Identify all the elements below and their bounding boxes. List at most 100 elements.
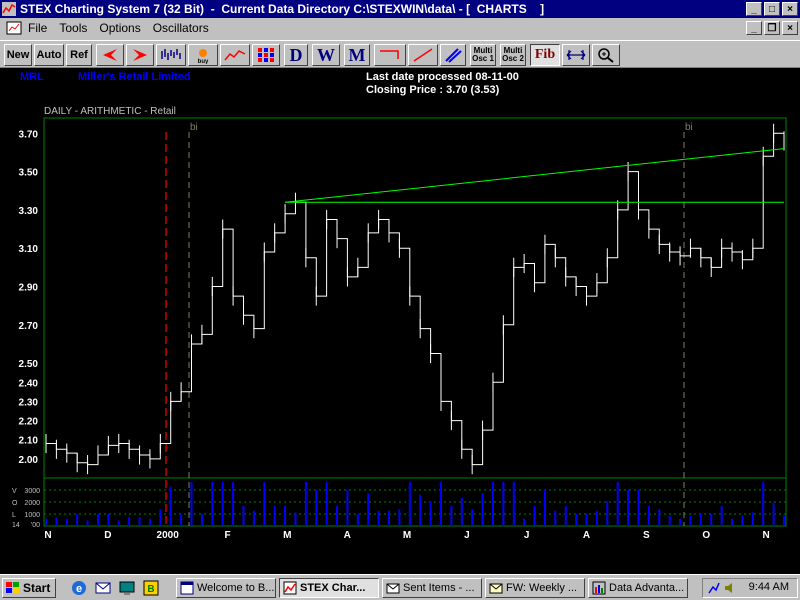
- x-tick-label: N: [44, 530, 51, 541]
- bar-chart-button[interactable]: [156, 44, 186, 66]
- y-tick-label: 2.20: [19, 417, 39, 428]
- line-chart-button[interactable]: [220, 44, 250, 66]
- data-app-icon: [592, 581, 606, 595]
- close-button[interactable]: ×: [782, 2, 798, 16]
- menu-file[interactable]: File: [28, 21, 47, 35]
- arrow-left-icon: [103, 49, 117, 61]
- x-tick-label: J: [464, 530, 470, 541]
- volume-axis-letter: V: [12, 488, 17, 495]
- task-label: STEX Char...: [300, 582, 366, 594]
- y-tick-label: 2.40: [19, 378, 39, 389]
- task-welcome[interactable]: Welcome to B...: [176, 578, 276, 598]
- document-icon[interactable]: [6, 21, 22, 35]
- weekly-button[interactable]: W: [312, 44, 340, 66]
- start-button[interactable]: Start: [2, 578, 56, 598]
- task-label: Data Advanta...: [609, 582, 685, 594]
- task-label: Welcome to B...: [197, 582, 275, 594]
- trendline-tool-button[interactable]: [408, 44, 438, 66]
- monthly-button[interactable]: M: [344, 44, 370, 66]
- expand-icon: [566, 50, 586, 60]
- multi-osc-1-button[interactable]: Multi Osc 1: [470, 44, 496, 66]
- windows-flag-icon: [6, 582, 19, 593]
- task-data-advantage[interactable]: Data Advanta...: [588, 578, 688, 598]
- volume-tick-label: '00: [31, 522, 40, 529]
- task-stex-charting[interactable]: STEX Char...: [279, 578, 379, 598]
- buy-icon: buy: [198, 49, 209, 64]
- mdi-close-button[interactable]: ×: [782, 21, 798, 35]
- mdi-minimize-button[interactable]: _: [746, 21, 762, 35]
- chart-window[interactable]: MRL Miller's Retail Limited Last date proc…: [0, 68, 800, 574]
- system-tray: 9:44 AM: [702, 578, 798, 598]
- price-series: [46, 132, 785, 466]
- scroll-right-button[interactable]: [126, 44, 154, 66]
- channel-tool-button[interactable]: [440, 44, 466, 66]
- grid-button[interactable]: [252, 44, 280, 66]
- channel-icon: [445, 48, 462, 63]
- cycle-marker-label: bi: [190, 122, 198, 133]
- zoom-button[interactable]: [592, 44, 620, 66]
- menu-tools[interactable]: Tools: [59, 21, 87, 35]
- mdi-restore-button[interactable]: ❐: [764, 21, 780, 35]
- arrow-right-icon: [133, 49, 147, 61]
- title-bar: STEX Charting System 7 (32 Bit) - Curren…: [0, 0, 800, 18]
- menu-oscillators[interactable]: Oscillators: [153, 21, 209, 35]
- x-tick-label: 2000: [157, 530, 180, 541]
- volume-tick-label: 3000: [24, 488, 40, 495]
- expand-button[interactable]: [562, 44, 590, 66]
- cycle-marker-label: bi: [685, 122, 693, 133]
- app-icon[interactable]: [2, 2, 16, 16]
- y-tick-label: 2.90: [19, 283, 39, 294]
- trendline-icon: [413, 48, 433, 62]
- toolbar: New Auto Ref buy D W M Multi Osc 1 Multi…: [0, 40, 800, 68]
- buy-button[interactable]: buy: [188, 44, 218, 66]
- chart-app-icon: [283, 581, 297, 595]
- app-quicklaunch-icon[interactable]: B: [142, 579, 160, 597]
- fib-button[interactable]: Fib: [530, 44, 560, 66]
- task-fw-weekly[interactable]: FW: Weekly ...: [485, 578, 585, 598]
- minimize-button[interactable]: _: [746, 2, 762, 16]
- network-icon[interactable]: [707, 581, 721, 595]
- hline-icon: [380, 50, 399, 59]
- line-chart-icon: [224, 50, 246, 61]
- bar-chart-icon: [161, 49, 181, 60]
- volume-tick-label: 1000: [24, 512, 40, 519]
- x-tick-label: D: [104, 530, 111, 541]
- ref-button[interactable]: Ref: [66, 44, 92, 66]
- auto-button[interactable]: Auto: [34, 44, 64, 66]
- x-tick-label: S: [643, 530, 650, 541]
- x-tick-label: M: [403, 530, 411, 541]
- svg-text:B: B: [147, 584, 154, 595]
- scroll-left-button[interactable]: [96, 44, 124, 66]
- volume-axis-letter: O: [12, 500, 18, 507]
- symbol-label: MRL: [20, 71, 44, 83]
- clock[interactable]: 9:44 AM: [749, 581, 789, 593]
- task-sent-items[interactable]: Sent Items - ...: [382, 578, 482, 598]
- y-tick-label: 2.10: [19, 436, 39, 447]
- horizontal-line-tool-button[interactable]: [374, 44, 406, 66]
- last-date-label: Last date processed 08-11-00: [366, 71, 519, 83]
- y-tick-label: 3.30: [19, 206, 39, 217]
- outlook-icon[interactable]: [94, 579, 112, 597]
- desktop-icon[interactable]: [118, 579, 136, 597]
- company-name: Miller's Retail Limited: [78, 71, 191, 83]
- x-tick-label: N: [762, 530, 769, 541]
- x-tick-label: M: [283, 530, 291, 541]
- new-button[interactable]: New: [4, 44, 32, 66]
- mail-folder-icon: [386, 583, 400, 594]
- multi-osc-2-button[interactable]: Multi Osc 2: [500, 44, 526, 66]
- internet-explorer-icon[interactable]: e: [70, 579, 88, 597]
- x-tick-label: A: [583, 530, 590, 541]
- daily-button[interactable]: D: [284, 44, 308, 66]
- menu-bar: File Tools Options Oscillators _ ❐ ×: [0, 18, 800, 38]
- menu-options[interactable]: Options: [99, 21, 140, 35]
- task-label: Sent Items - ...: [403, 582, 475, 594]
- closing-price-label: Closing Price : 3.70 (3.53): [366, 84, 500, 96]
- chart-mode-label: DAILY - ARITHMETIC - Retail: [44, 106, 176, 117]
- zoom-icon: [598, 48, 614, 63]
- x-tick-label: A: [344, 530, 351, 541]
- y-tick-label: 3.50: [19, 168, 39, 179]
- maximize-button[interactable]: □: [764, 2, 780, 16]
- price-chart[interactable]: MRL Miller's Retail Limited Last date proc…: [0, 68, 800, 574]
- volume-icon[interactable]: [723, 581, 737, 595]
- start-label: Start: [23, 581, 51, 595]
